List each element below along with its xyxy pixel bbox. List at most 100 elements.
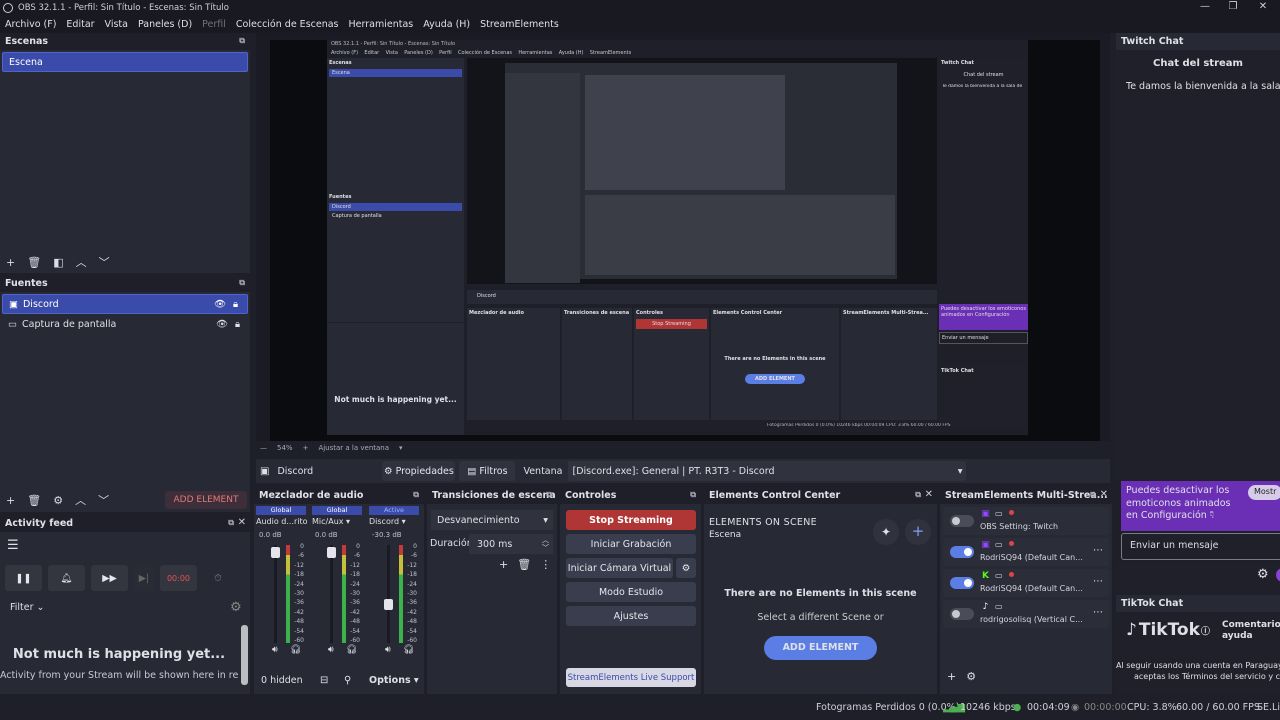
gear-icon[interactable]: ⚙ (53, 494, 63, 507)
channel-name[interactable]: Discord ▾ (369, 517, 421, 526)
eye-icon[interactable]: 👁 (214, 299, 226, 310)
start-recording-button[interactable]: Iniciar Grabación (566, 534, 696, 554)
float-icon[interactable]: ⧉ (239, 36, 245, 46)
chevron-down-icon[interactable]: ▾ (399, 444, 403, 452)
scrollbar[interactable] (241, 625, 248, 685)
sparkle-icon[interactable]: ✦ (873, 519, 899, 545)
next-button[interactable]: ▶| (134, 565, 154, 591)
gear-icon[interactable]: ⚙ (676, 558, 696, 578)
trash-icon[interactable]: 🗑 (517, 558, 531, 571)
bell-button[interactable]: 🔔︎ (48, 565, 85, 591)
more-icon[interactable]: ⋮ (540, 558, 551, 571)
chat-button[interactable] (1276, 568, 1280, 582)
menu-perfil[interactable]: Perfil (202, 19, 226, 30)
float-icon[interactable]: ⧉ (690, 490, 696, 500)
menu-editar[interactable]: Editar (66, 19, 94, 30)
add-icon[interactable]: + (499, 558, 508, 571)
menu-archivo[interactable]: Archivo (F) (5, 19, 56, 30)
source-item-discord[interactable]: ▣ Discord 👁 🔒︎ (2, 294, 248, 314)
stop-streaming-button[interactable]: Stop Streaming (566, 510, 696, 530)
gear-icon[interactable]: ⚙ (1257, 567, 1269, 582)
lock-icon[interactable]: 🔒︎ (233, 299, 238, 310)
hamburger-icon[interactable]: ☰ (7, 538, 19, 553)
zoom-out-button[interactable]: — (260, 444, 267, 452)
add-element-button[interactable]: ADD ELEMENT (165, 491, 247, 509)
menu-herramientas[interactable]: Herramientas (349, 19, 414, 30)
more-icon[interactable]: ⋯ (1093, 607, 1103, 618)
volume-slider-handle[interactable] (271, 547, 280, 558)
eye-icon[interactable]: 👁 (216, 319, 228, 330)
chat-input[interactable]: Enviar un mensaje (1121, 533, 1280, 560)
scene-item[interactable]: Escena (2, 52, 248, 72)
float-icon[interactable]: ⧉ (413, 490, 419, 500)
close-icon[interactable]: ✕ (925, 489, 933, 500)
headphone-icon[interactable]: 🎧︎ (346, 645, 357, 655)
properties-button[interactable]: ⚙ Propiedades (382, 461, 456, 481)
zoom-in-button[interactable]: + (303, 444, 309, 452)
volume-slider-track[interactable] (387, 545, 390, 643)
stream-toggle[interactable] (950, 608, 974, 620)
pause-button[interactable]: ❚❚ (5, 565, 42, 591)
menu-coleccion[interactable]: Colección de Escenas (236, 19, 339, 30)
headphone-icon[interactable]: 🎧︎ (403, 645, 414, 655)
menu-vista[interactable]: Vista (105, 19, 128, 30)
studio-mode-button[interactable]: Modo Estudio (566, 582, 696, 602)
volume-slider-handle[interactable] (384, 599, 393, 610)
options-button[interactable]: Options ▾ (369, 675, 419, 686)
speaker-icon[interactable]: 🔊︎ (272, 645, 278, 655)
up-icon[interactable]: ︿ (76, 254, 87, 270)
add-icon[interactable]: + (6, 494, 15, 507)
channel-name[interactable]: Audio d...ritorio ▾ (256, 517, 308, 526)
headphone-icon[interactable]: 🎧︎ (290, 645, 301, 655)
float-icon[interactable]: ⧉ (546, 490, 552, 500)
show-button[interactable]: Mostr (1248, 485, 1280, 500)
volume-slider-track[interactable] (274, 545, 277, 643)
close-window-button[interactable]: ✕ (1249, 0, 1277, 15)
trash-icon[interactable]: 🗑 (27, 256, 41, 269)
settings-button[interactable]: Ajustes (566, 606, 696, 626)
lock-icon[interactable]: 🔒︎ (235, 319, 240, 330)
down-icon[interactable]: ﹀ (98, 492, 109, 508)
duration-spinbox[interactable]: 300 ms ︿ ﹀ (469, 534, 553, 554)
close-icon[interactable]: ✕ (1100, 489, 1108, 500)
timer-icon[interactable]: ⏱ (203, 565, 233, 591)
more-icon[interactable]: ⋯ (1093, 545, 1103, 556)
volume-slider-handle[interactable] (327, 547, 336, 558)
float-icon[interactable]: ⧉ (1090, 490, 1096, 500)
float-icon[interactable]: ⧉ (239, 278, 245, 288)
filters-button[interactable]: ▤ Filtros (459, 461, 516, 481)
stream-toggle[interactable] (950, 546, 974, 558)
layout-icon[interactable]: ⊟ (320, 675, 328, 686)
source-item-capture[interactable]: ▭ Captura de pantalla 👁 🔒︎ (2, 314, 248, 334)
maximize-button[interactable]: ❐ (1219, 0, 1247, 15)
speaker-icon[interactable]: 🔊︎ (385, 645, 391, 655)
skip-button[interactable]: ▶▶ (91, 565, 128, 591)
fit-window[interactable]: Ajustar a la ventana (318, 444, 389, 452)
float-icon[interactable]: ⧉ (915, 490, 921, 500)
down-icon[interactable]: ﹀ (99, 254, 110, 270)
more-icon[interactable]: ⋯ (1093, 576, 1103, 587)
filter-dropdown[interactable]: Filter ⌄ (10, 602, 45, 613)
se-live-support-button[interactable]: StreamElements Live Support (566, 668, 696, 687)
trash-icon[interactable]: 🗑 (27, 494, 41, 507)
stream-toggle[interactable] (950, 577, 974, 589)
volume-slider-track[interactable] (330, 545, 333, 643)
add-element-button[interactable]: ADD ELEMENT (764, 636, 877, 660)
stream-toggle[interactable] (950, 515, 974, 527)
menu-streamelements[interactable]: StreamElements (480, 19, 559, 30)
speaker-icon[interactable]: 🔊︎ (328, 645, 334, 655)
minimize-button[interactable]: — (1191, 0, 1219, 15)
close-icon[interactable]: ✕ (238, 517, 246, 528)
add-icon[interactable]: + (947, 670, 956, 683)
rec-timer[interactable]: 00:00 (160, 565, 197, 591)
virtual-camera-button[interactable]: Iniciar Cámara Virtual (566, 558, 673, 578)
gear-icon[interactable]: ⚙ (966, 670, 976, 683)
add-icon[interactable]: + (905, 519, 931, 545)
gear-icon[interactable]: ⚙ (230, 600, 242, 615)
up-icon[interactable]: ︿ (75, 492, 86, 508)
transition-select[interactable]: Desvanecimiento ▾ (431, 510, 553, 530)
menu-paneles[interactable]: Paneles (D) (138, 19, 192, 30)
menu-ayuda[interactable]: Ayuda (H) (423, 19, 470, 30)
window-select[interactable]: [Discord.exe]: General | PT. R3T3 - Disc… (568, 461, 967, 481)
wrench-icon[interactable]: ⚲ (344, 675, 351, 686)
